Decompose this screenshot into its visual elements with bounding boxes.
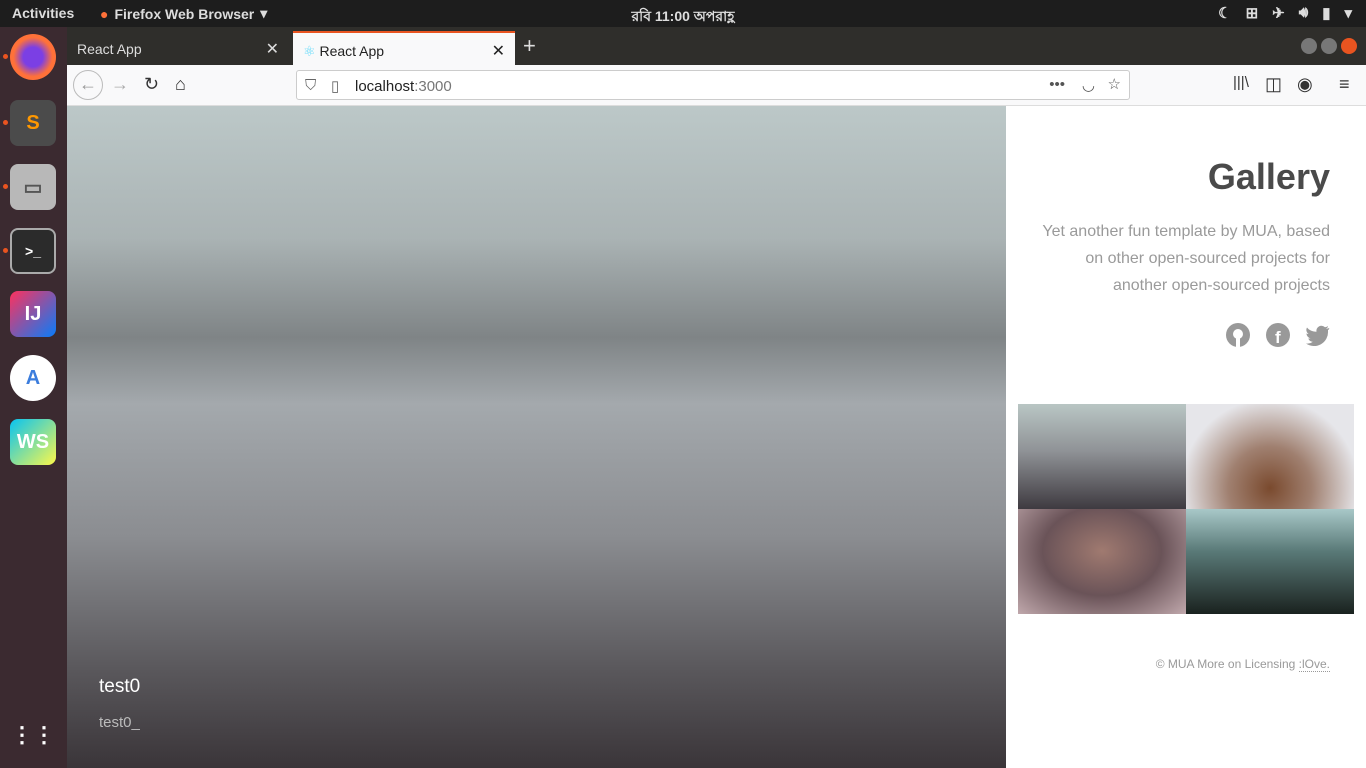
navigation-toolbar: ← → ↻ ⌂ ⛉ ▯ localhost:3000 ••• ◡ ☆ |||\ … [67,65,1366,106]
android-studio-icon[interactable]: A [10,355,56,401]
sublime-text-icon[interactable]: S [10,100,56,146]
sidebar-panel: Gallery Yet another fun template by MUA,… [1006,106,1366,768]
github-icon[interactable] [1226,323,1250,347]
social-links: f [1226,323,1330,347]
webstorm-icon[interactable]: WS [10,419,56,465]
system-top-bar: Activities ● Firefox Web Browser ▾ রবি 11:… [0,0,1366,27]
app-name: Firefox Web Browser [114,5,255,22]
back-button[interactable]: ← [73,70,103,100]
home-button[interactable]: ⌂ [175,74,186,95]
copyright: © MUA [1155,657,1194,671]
gallery-thumbnail[interactable] [1186,509,1354,614]
tab-label: React App [77,41,142,57]
url-host: localhost [355,78,415,95]
page-title: Gallery [1207,156,1330,197]
reload-button[interactable]: ↻ [144,74,159,95]
airplane-icon: ✈ [1272,5,1285,22]
dock: S ▭ >_ IJ A WS ⋮⋮ [0,27,67,768]
battery-icon: ▮ [1322,5,1331,22]
night-light-icon: ☾ [1218,5,1232,22]
love-link[interactable]: :lOve. [1298,657,1330,672]
maximize-button[interactable] [1321,38,1337,54]
facebook-icon[interactable]: f [1266,323,1290,347]
new-tab-button[interactable]: + [523,33,536,59]
gallery-thumbnail[interactable] [1186,404,1354,509]
twitter-icon[interactable] [1306,323,1330,347]
volume-icon: 🔊︎ [1298,4,1309,21]
hero-subtitle: test0_ [99,714,140,731]
close-tab-icon[interactable]: ✕ [266,39,279,59]
page-icon: ▯ [331,78,340,95]
account-avatar-icon[interactable]: ◉ [1297,74,1313,95]
chevron-down-icon: ▾ [260,5,268,21]
network-icon: ⊞ [1245,5,1259,22]
chevron-down-icon: ▾ [1344,5,1352,22]
terminal-icon[interactable]: >_ [10,228,56,274]
shield-icon[interactable]: ⛉ [305,77,316,94]
show-applications-icon[interactable]: ⋮⋮ [10,712,56,758]
minimize-button[interactable] [1301,38,1317,54]
close-tab-icon[interactable]: ✕ [492,41,505,61]
app-menu[interactable]: ● Firefox Web Browser ▾ [100,5,267,22]
firefox-window: React App ✕ ⚛ React App ✕ + ← → ↻ ⌂ ⛉ ▯ lo… [67,27,1366,768]
tab-label: React App [319,43,385,59]
close-window-button[interactable] [1341,38,1357,54]
files-icon[interactable]: ▭ [10,164,56,210]
system-tray[interactable]: ☾ ⊞ ✈ 🔊︎ ▮ ▾ [1218,4,1352,22]
firefox-icon: ● [100,5,109,22]
gallery-grid [1018,404,1354,614]
hero-image[interactable]: test0 test0_ [67,106,1006,768]
tab-react-app[interactable]: React App ✕ [67,31,289,65]
url-bar[interactable]: ⛉ ▯ localhost:3000 ••• ◡ ☆ [296,70,1130,100]
react-icon: ⚛ [303,43,316,59]
sidebar-icon[interactable]: ◫ [1265,74,1282,95]
description: Yet another fun template by MUA, based o… [1042,223,1330,294]
svg-text:f: f [1275,328,1281,347]
url-port: :3000 [414,78,452,95]
menu-icon[interactable]: ≡ [1339,74,1350,95]
firefox-icon[interactable] [10,34,56,80]
tab-react-app-active[interactable]: ⚛ React App ✕ [293,31,515,65]
library-icon[interactable]: |||\ [1233,74,1249,91]
intellij-idea-icon[interactable]: IJ [10,291,56,337]
page-actions-icon[interactable]: ••• [1049,76,1065,93]
bookmark-star-icon[interactable]: ☆ [1108,75,1121,93]
forward-button[interactable]: → [111,74,129,95]
licensing-text: More on Licensing [1197,657,1296,671]
pocket-icon[interactable]: ◡ [1082,76,1095,94]
gallery-thumbnail[interactable] [1018,404,1186,509]
activities-button[interactable]: Activities [12,5,74,21]
tab-strip: React App ✕ ⚛ React App ✕ + [67,27,1366,65]
footer: © MUA More on Licensing :lOve. [1155,657,1330,672]
gallery-thumbnail[interactable] [1018,509,1186,614]
hero-title: test0 [99,676,141,697]
